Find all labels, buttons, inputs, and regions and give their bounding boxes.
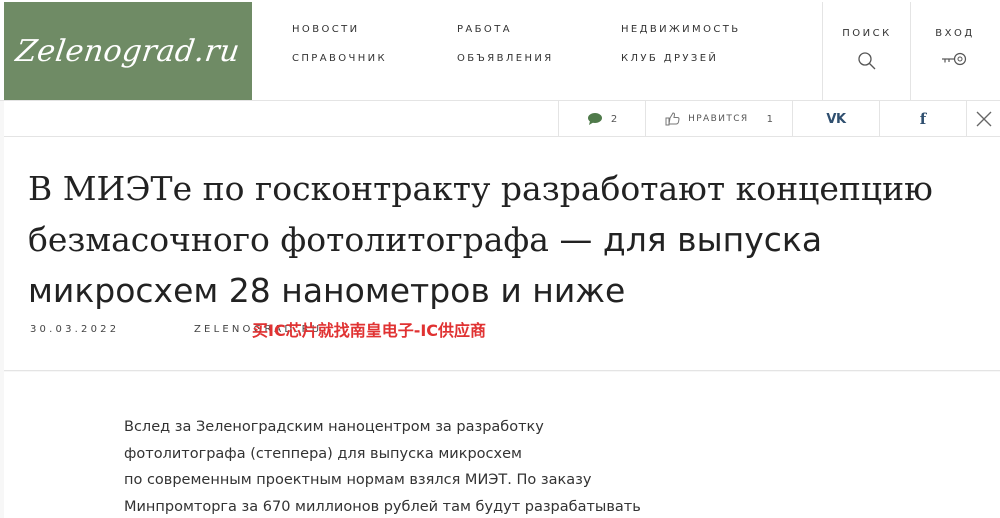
comment-icon (587, 113, 602, 125)
paragraph-line: Вслед за Зеленоградским наноцентром за р… (124, 419, 544, 435)
logo-text: Zelenograd.ru (13, 33, 243, 69)
nav-club[interactable]: КЛУБ ДРУЗЕЙ (621, 53, 718, 64)
paragraph-line: Минпромторга за 670 миллионов рублей там… (124, 498, 641, 515)
title-line-3: микросхем 28 нанометров и ниже (28, 271, 626, 310)
title-line-1: В МИЭТе по госконтракту разработают конц… (28, 169, 933, 208)
likes-count: 1 (766, 113, 773, 125)
nav-realty[interactable]: НЕДВИЖИМОСТЬ (621, 24, 741, 35)
article-date: 30.03.2022 (30, 324, 120, 335)
title-line-2: безмасочного фотолитографа — для выпуска (28, 214, 968, 265)
comments-button[interactable]: 2 (558, 101, 645, 137)
main-nav: НОВОСТИ РАБОТА НЕДВИЖИМОСТЬ СПРАВОЧНИК О… (292, 24, 812, 76)
vk-icon: VK (826, 111, 846, 127)
nav-directory[interactable]: СПРАВОЧНИК (292, 53, 387, 64)
comments-count: 2 (610, 113, 618, 125)
site-logo[interactable]: Zelenograd.ru (4, 2, 252, 100)
share-bar: 2 НРАВИТСЯ 1 VK f (4, 101, 1000, 137)
login-label: ВХОД (935, 28, 975, 39)
close-button[interactable] (966, 101, 1000, 137)
search-icon (858, 52, 876, 70)
article-title: В МИЭТе по госконтракту разработают конц… (28, 163, 968, 316)
share-facebook-button[interactable]: f (879, 101, 966, 137)
paragraph-line: по современным проектным нормам взялся М… (124, 472, 592, 488)
article-header: В МИЭТе по госконтракту разработают конц… (4, 137, 1000, 371)
title-line-2-serif: безмасочного фотолитографа (28, 220, 549, 259)
thumbs-up-icon (665, 112, 680, 126)
login-button[interactable]: ВХОД (910, 28, 1000, 67)
title-line-2-sans: — для выпуска (548, 220, 823, 259)
site-header: Zelenograd.ru НОВОСТИ РАБОТА НЕДВИЖИМОСТ… (0, 0, 1000, 101)
nav-news[interactable]: НОВОСТИ (292, 24, 360, 35)
like-button[interactable]: НРАВИТСЯ 1 (645, 101, 792, 137)
article-body: Вслед за Зеленоградским наноцентром за р… (4, 372, 1000, 518)
watermark-text: 买IC芯片就找南皇电子-IC供应商 (252, 321, 487, 340)
nav-jobs[interactable]: РАБОТА (457, 24, 512, 35)
share-vk-button[interactable]: VK (792, 101, 879, 137)
article-paragraph: Вслед за Зеленоградским наноцентром за р… (124, 414, 664, 518)
key-icon (942, 52, 967, 66)
facebook-icon: f (919, 110, 927, 128)
search-label: ПОИСК (842, 28, 892, 39)
likes-label: НРАВИТСЯ (688, 114, 749, 124)
search-button[interactable]: ПОИСК (822, 28, 912, 71)
close-icon (976, 111, 991, 127)
nav-ads[interactable]: ОБЪЯВЛЕНИЯ (457, 53, 554, 64)
paragraph-line: фотолитографа (степпера) для выпуска мик… (124, 445, 522, 462)
